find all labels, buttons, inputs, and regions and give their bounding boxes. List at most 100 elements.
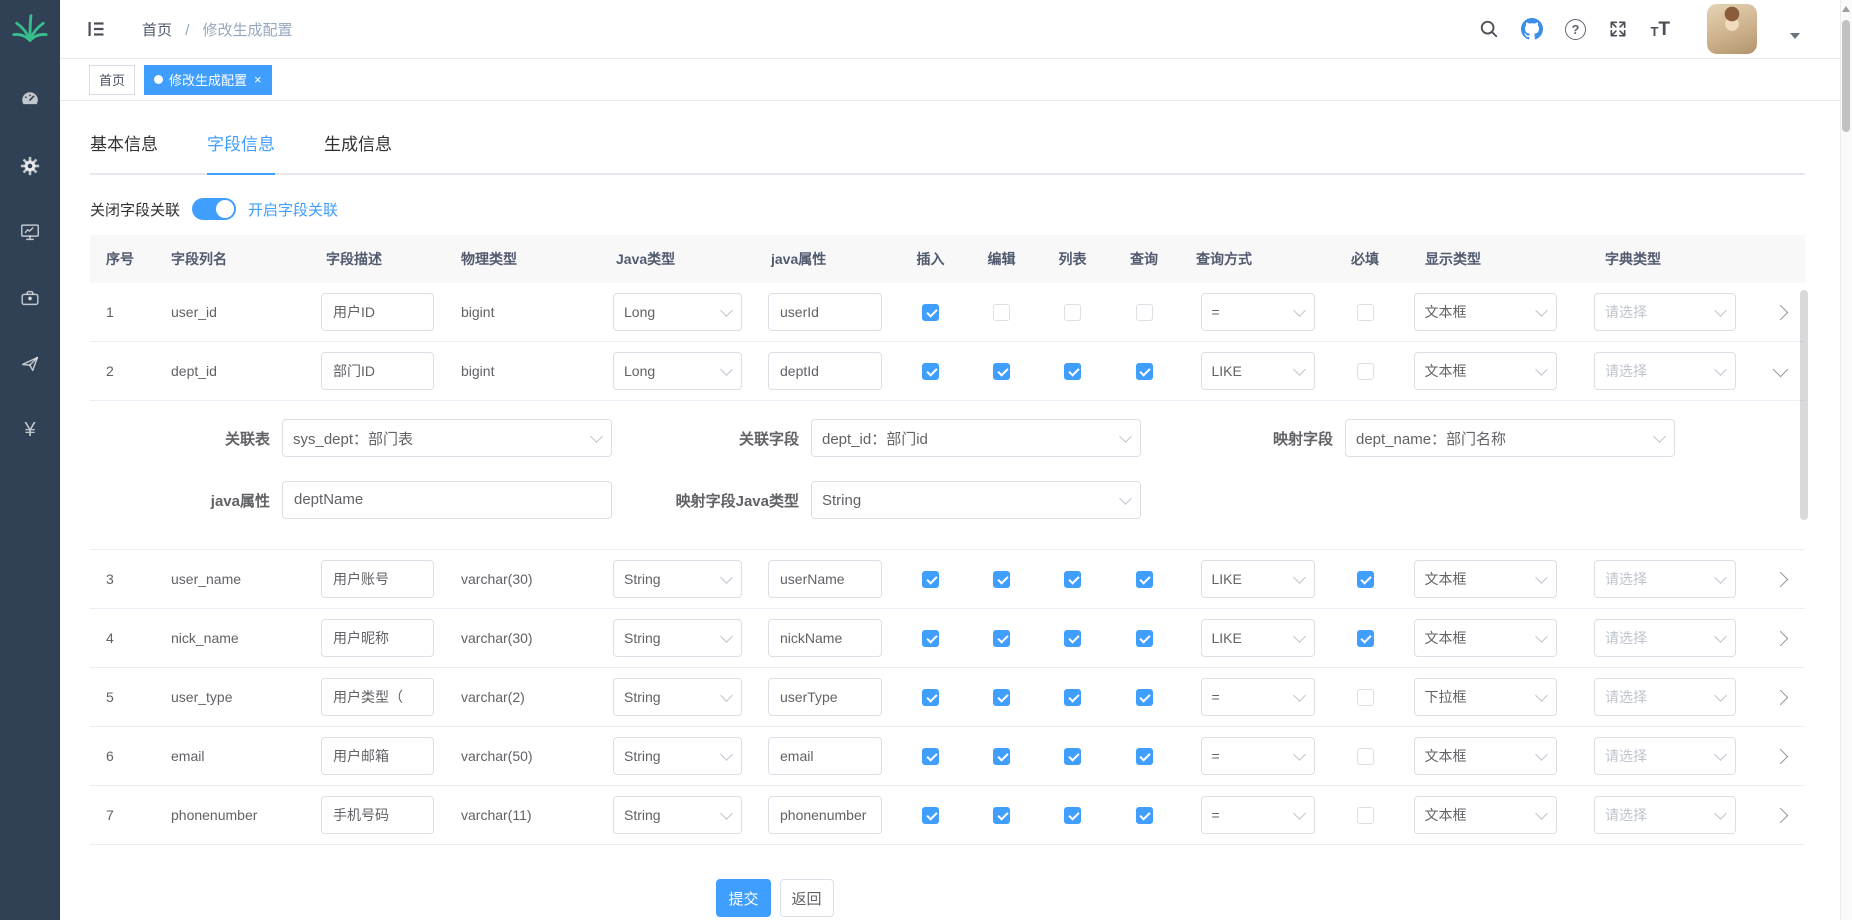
sidebar-item-tool[interactable] — [0, 270, 60, 326]
breadcrumb-home[interactable]: 首页 — [142, 22, 172, 39]
link-java-field-input[interactable]: deptName — [282, 481, 612, 519]
query-checkbox[interactable] — [1136, 363, 1153, 380]
required-checkbox[interactable] — [1357, 689, 1374, 706]
dict-type-select[interactable]: 请选择 — [1594, 678, 1736, 716]
search-icon[interactable] — [1478, 18, 1500, 40]
java-type-select[interactable]: Long — [613, 293, 742, 331]
query-checkbox[interactable] — [1136, 748, 1153, 765]
column-comment-input[interactable]: 手机号码 — [321, 796, 434, 834]
query-checkbox[interactable] — [1136, 807, 1153, 824]
link-table-select[interactable]: sys_dept：部门表 — [282, 419, 612, 457]
collapse-row-icon[interactable] — [1772, 361, 1788, 377]
insert-checkbox[interactable] — [922, 363, 939, 380]
list-checkbox[interactable] — [1064, 630, 1081, 647]
html-type-select[interactable]: 文本框 — [1414, 560, 1557, 598]
list-checkbox[interactable] — [1064, 571, 1081, 588]
query-checkbox[interactable] — [1136, 630, 1153, 647]
link-map-java-type-select[interactable]: String — [811, 481, 1141, 519]
query-type-select[interactable]: LIKE — [1201, 352, 1315, 390]
html-type-select[interactable]: 文本框 — [1414, 352, 1557, 390]
dict-type-select[interactable]: 请选择 — [1594, 293, 1736, 331]
edit-checkbox[interactable] — [993, 304, 1010, 321]
java-field-input[interactable]: userName — [768, 560, 882, 598]
java-field-input[interactable]: phonenumber — [768, 796, 882, 834]
column-comment-input[interactable]: 用户账号 — [321, 560, 434, 598]
tag-close-icon[interactable]: × — [254, 72, 262, 87]
java-type-select[interactable]: String — [613, 619, 742, 657]
expand-row-icon[interactable] — [1772, 630, 1788, 646]
query-type-select[interactable]: = — [1201, 678, 1315, 716]
html-type-select[interactable]: 下拉框 — [1414, 678, 1557, 716]
insert-checkbox[interactable] — [922, 748, 939, 765]
link-field-select[interactable]: dept_id：部门id — [811, 419, 1141, 457]
dict-type-select[interactable]: 请选择 — [1594, 796, 1736, 834]
column-comment-input[interactable]: 用户ID — [321, 293, 434, 331]
java-field-input[interactable]: userType — [768, 678, 882, 716]
tab-field-info[interactable]: 字段信息 — [207, 129, 275, 173]
list-checkbox[interactable] — [1064, 689, 1081, 706]
dict-type-select[interactable]: 请选择 — [1594, 352, 1736, 390]
required-checkbox[interactable] — [1357, 363, 1374, 380]
query-checkbox[interactable] — [1136, 689, 1153, 706]
expand-row-icon[interactable] — [1772, 689, 1788, 705]
avatar[interactable] — [1707, 4, 1757, 54]
edit-checkbox[interactable] — [993, 571, 1010, 588]
scroll-up-arrow-icon[interactable] — [1842, 6, 1850, 12]
expand-row-icon[interactable] — [1772, 748, 1788, 764]
sidebar-fold-icon[interactable] — [86, 19, 106, 39]
insert-checkbox[interactable] — [922, 304, 939, 321]
required-checkbox[interactable] — [1357, 630, 1374, 647]
required-checkbox[interactable] — [1357, 807, 1374, 824]
insert-checkbox[interactable] — [922, 807, 939, 824]
query-type-select[interactable]: LIKE — [1201, 560, 1315, 598]
sidebar-item-system[interactable] — [0, 138, 60, 194]
html-type-select[interactable]: 文本框 — [1414, 737, 1557, 775]
java-field-input[interactable]: nickName — [768, 619, 882, 657]
edit-checkbox[interactable] — [993, 807, 1010, 824]
font-size-icon[interactable]: TT — [1650, 21, 1670, 38]
column-comment-input[interactable]: 部门ID — [321, 352, 434, 390]
query-type-select[interactable]: = — [1201, 796, 1315, 834]
column-comment-input[interactable]: 用户昵称 — [321, 619, 434, 657]
query-checkbox[interactable] — [1136, 571, 1153, 588]
insert-checkbox[interactable] — [922, 689, 939, 706]
query-type-select[interactable]: LIKE — [1201, 619, 1315, 657]
html-type-select[interactable]: 文本框 — [1414, 619, 1557, 657]
list-checkbox[interactable] — [1064, 748, 1081, 765]
sidebar-item-job[interactable] — [0, 336, 60, 392]
required-checkbox[interactable] — [1357, 304, 1374, 321]
sidebar-item-pay[interactable]: ¥ — [0, 402, 60, 458]
tag-current[interactable]: 修改生成配置 × — [144, 65, 272, 95]
tag-home[interactable]: 首页 — [89, 65, 135, 95]
submit-button[interactable]: 提交 — [716, 879, 770, 917]
dict-type-select[interactable]: 请选择 — [1594, 560, 1736, 598]
insert-checkbox[interactable] — [922, 630, 939, 647]
html-type-select[interactable]: 文本框 — [1414, 293, 1557, 331]
edit-checkbox[interactable] — [993, 689, 1010, 706]
java-type-select[interactable]: String — [613, 796, 742, 834]
expand-row-icon[interactable] — [1772, 571, 1788, 587]
sidebar-item-dashboard[interactable] — [0, 72, 60, 128]
help-icon[interactable]: ? — [1564, 18, 1586, 40]
list-checkbox[interactable] — [1064, 807, 1081, 824]
java-type-select[interactable]: Long — [613, 352, 742, 390]
html-type-select[interactable]: 文本框 — [1414, 796, 1557, 834]
expand-row-icon[interactable] — [1772, 807, 1788, 823]
table-scrollbar-thumb[interactable] — [1800, 290, 1808, 520]
required-checkbox[interactable] — [1357, 571, 1374, 588]
java-field-input[interactable]: deptId — [768, 352, 882, 390]
edit-checkbox[interactable] — [993, 748, 1010, 765]
dict-type-select[interactable]: 请选择 — [1594, 737, 1736, 775]
expand-row-icon[interactable] — [1772, 304, 1788, 320]
field-link-toggle[interactable] — [192, 198, 236, 220]
required-checkbox[interactable] — [1357, 748, 1374, 765]
fullscreen-icon[interactable] — [1607, 18, 1629, 40]
java-field-input[interactable]: email — [768, 737, 882, 775]
java-type-select[interactable]: String — [613, 560, 742, 598]
back-button[interactable]: 返回 — [780, 879, 834, 917]
edit-checkbox[interactable] — [993, 363, 1010, 380]
page-scrollbar-thumb[interactable] — [1842, 20, 1850, 132]
app-logo[interactable] — [0, 0, 60, 56]
sidebar-item-monitor[interactable] — [0, 204, 60, 260]
column-comment-input[interactable]: 用户类型（ — [321, 678, 434, 716]
